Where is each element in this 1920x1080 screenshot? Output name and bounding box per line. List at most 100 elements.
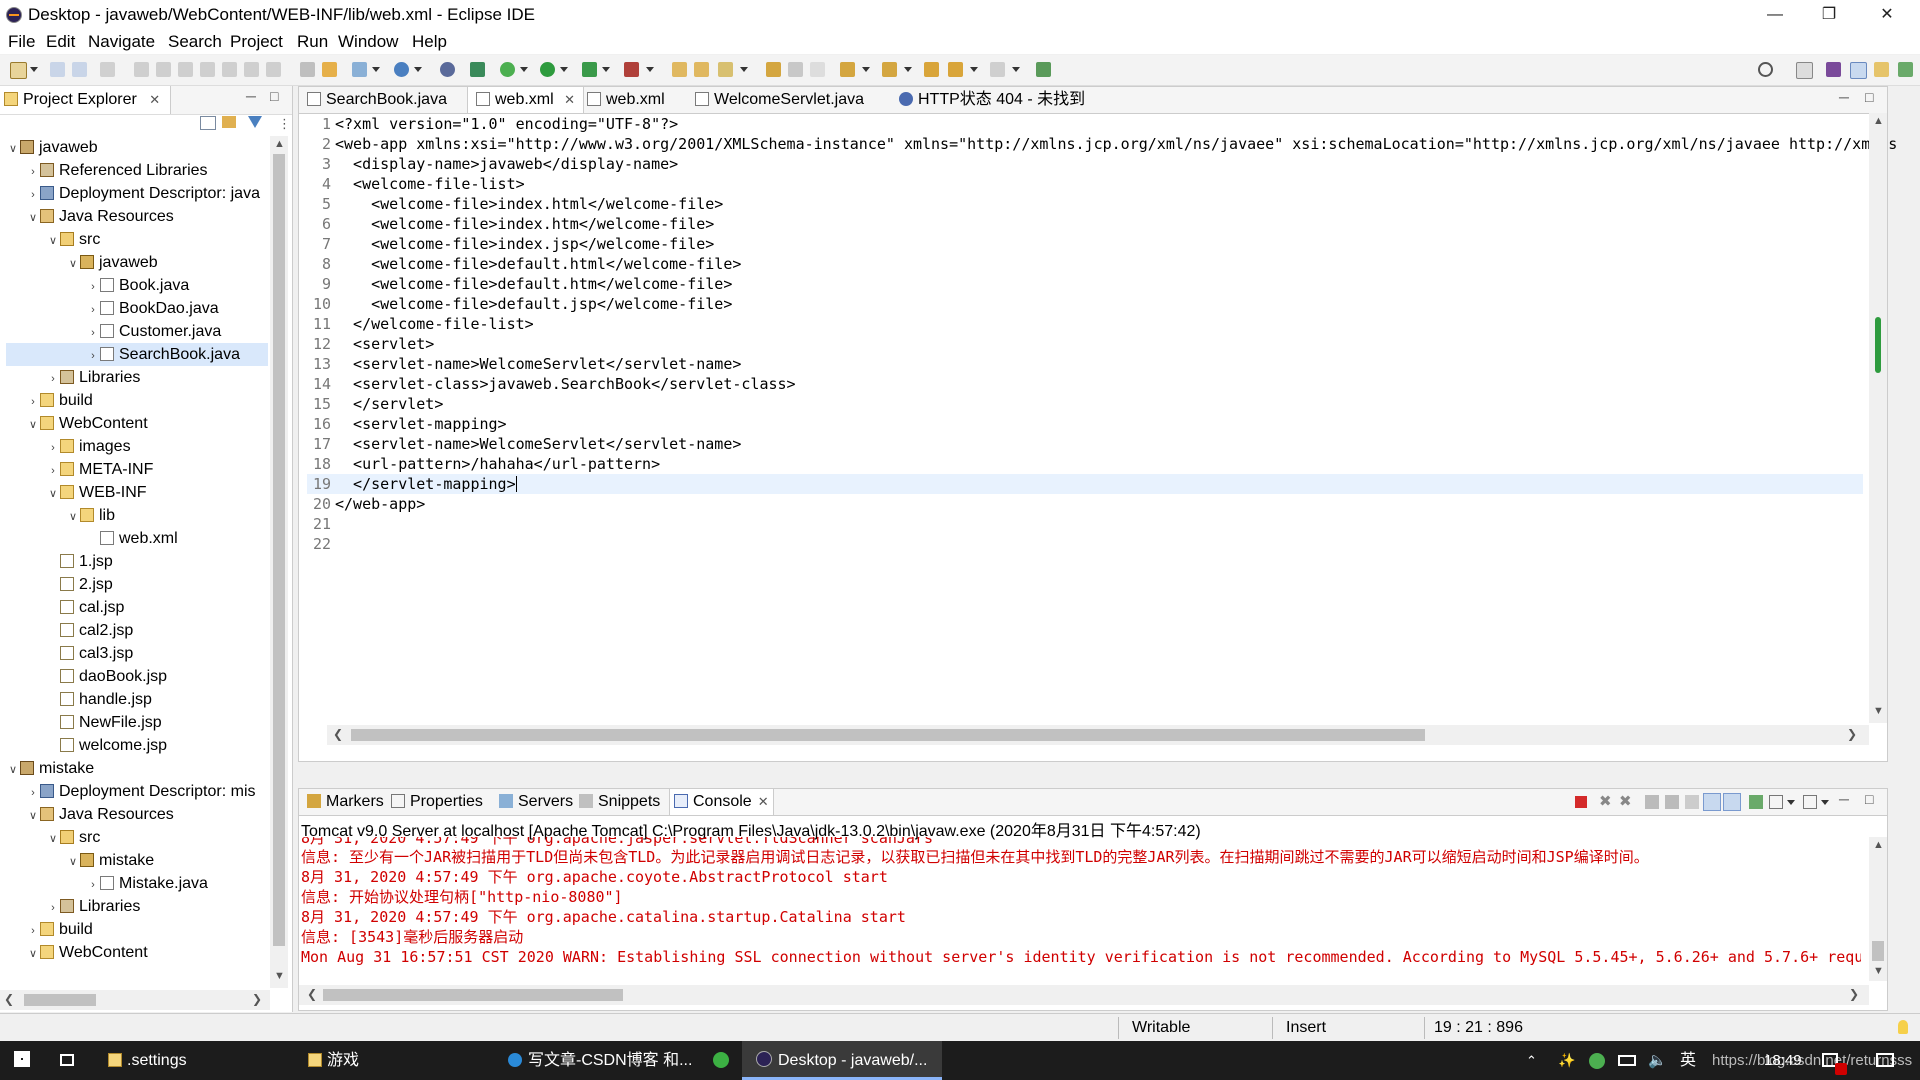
search-dropdown-icon[interactable]: [740, 67, 748, 72]
view-menu-icon[interactable]: ⋮: [278, 116, 291, 132]
code-line[interactable]: 9 <welcome-file>default.htm</welcome-fil…: [307, 274, 1863, 294]
minimize-console-icon[interactable]: ─: [1839, 791, 1849, 807]
chevron-down-icon[interactable]: ∨: [6, 759, 20, 782]
menu-project[interactable]: Project: [230, 32, 283, 52]
tree-item[interactable]: › images: [6, 435, 268, 458]
tree-item[interactable]: ∨ javaweb: [6, 136, 268, 159]
tree-item[interactable]: ∨ javaweb: [6, 251, 268, 274]
tree-item[interactable]: handle.jsp: [6, 688, 268, 711]
tree-item[interactable]: › SearchBook.java: [6, 343, 268, 366]
scroll-right-icon[interactable]: ❯: [1847, 727, 1857, 741]
skip-breakpoints-icon[interactable]: [100, 62, 115, 77]
new-icon[interactable]: [10, 62, 27, 79]
taskbar-item-app[interactable]: [706, 1041, 736, 1080]
next-annotation-icon[interactable]: [840, 62, 855, 77]
action-center-icon[interactable]: [1876, 1053, 1894, 1067]
restore-button[interactable]: ❐: [1806, 0, 1852, 30]
forward-dropdown-icon[interactable]: [1012, 67, 1020, 72]
maximize-editor-icon[interactable]: □: [1865, 89, 1873, 105]
chevron-down-icon[interactable]: ∨: [26, 207, 40, 230]
scroll-right-icon[interactable]: ❯: [252, 992, 262, 1006]
chevron-right-icon[interactable]: ›: [86, 874, 100, 897]
menu-file[interactable]: File: [8, 32, 35, 52]
scroll-up-icon[interactable]: ▲: [1873, 839, 1884, 851]
minimize-button[interactable]: —: [1752, 0, 1798, 30]
tab-snippets[interactable]: Snippets: [575, 789, 664, 815]
word-wrap-icon[interactable]: [1685, 795, 1699, 809]
close-tab-icon[interactable]: ✕: [149, 92, 160, 107]
browser-icon[interactable]: [440, 62, 455, 77]
tab-servers[interactable]: Servers: [495, 789, 577, 815]
code-line[interactable]: 14 <servlet-class>javaweb.SearchBook</se…: [307, 374, 1863, 394]
tree-item[interactable]: › Libraries: [6, 895, 268, 918]
code-line[interactable]: 16 <servlet-mapping>: [307, 414, 1863, 434]
taskbar-item-games[interactable]: 游戏: [298, 1041, 496, 1080]
code-line[interactable]: 3 <display-name>javaweb</display-name>: [307, 154, 1863, 174]
tab-markers[interactable]: Markers: [303, 789, 388, 815]
chevron-down-icon[interactable]: ∨: [66, 506, 80, 529]
tree-item[interactable]: ∨ mistake: [6, 757, 268, 780]
open-type-icon[interactable]: [470, 62, 485, 77]
remove-all-launches-icon[interactable]: ✖: [1619, 792, 1632, 810]
chevron-right-icon[interactable]: ›: [26, 161, 40, 184]
show-on-stderr-icon[interactable]: [1723, 793, 1741, 811]
status-insert-mode[interactable]: Insert: [1286, 1019, 1326, 1037]
tree-scroll-thumb[interactable]: [273, 154, 285, 946]
tree-item[interactable]: ∨ Java Resources: [6, 205, 268, 228]
tree-item[interactable]: › Deployment Descriptor: mis: [6, 780, 268, 803]
tree-item[interactable]: › BookDao.java: [6, 297, 268, 320]
tab-http-404[interactable]: HTTP状态 404 - 未找到: [891, 87, 1093, 113]
tree-item[interactable]: › build: [6, 389, 268, 412]
back-arrow-icon[interactable]: [948, 62, 963, 77]
step-return-icon[interactable]: [266, 62, 281, 77]
globe-dropdown-icon[interactable]: [414, 67, 422, 72]
suspend-icon[interactable]: [156, 62, 171, 77]
tab-web-xml-active[interactable]: web.xml ✕: [467, 87, 585, 113]
java-ee-perspective-icon[interactable]: [1826, 62, 1841, 77]
disconnect-icon[interactable]: [200, 62, 215, 77]
start-button[interactable]: [0, 1041, 44, 1080]
chevron-down-icon[interactable]: ∨: [46, 230, 60, 253]
last-edit-location-icon[interactable]: [924, 62, 939, 77]
code-line[interactable]: 1 <?xml version="1.0" encoding="UTF-8"?>: [307, 114, 1863, 134]
drop-to-frame-icon[interactable]: [300, 62, 315, 77]
tree-item[interactable]: › META-INF: [6, 458, 268, 481]
code-line[interactable]: 18 <url-pattern>/hahaha</url-pattern>: [307, 454, 1863, 474]
console-horizontal-scrollbar[interactable]: ❮ ❯: [299, 985, 1869, 1005]
console-scroll-thumb[interactable]: [1872, 941, 1884, 961]
debug-perspective-icon[interactable]: [1898, 62, 1913, 77]
chevron-right-icon[interactable]: ›: [86, 345, 100, 368]
menu-navigate[interactable]: Navigate: [88, 32, 155, 52]
tree-item[interactable]: NewFile.jsp: [6, 711, 268, 734]
chevron-right-icon[interactable]: ›: [26, 920, 40, 943]
chevron-down-icon[interactable]: ∨: [26, 805, 40, 828]
tab-web-xml[interactable]: web.xml: [579, 87, 673, 113]
scroll-down-icon[interactable]: ▼: [1873, 705, 1884, 717]
chevron-down-icon[interactable]: ∨: [46, 483, 60, 506]
close-tab-icon[interactable]: ✕: [564, 92, 575, 107]
chevron-right-icon[interactable]: ›: [26, 184, 40, 207]
code-line[interactable]: 21: [307, 514, 1863, 534]
tree-item[interactable]: ∨ lib: [6, 504, 268, 527]
tab-searchbook-java[interactable]: SearchBook.java: [299, 87, 455, 113]
show-hidden-icons[interactable]: ⌃: [1526, 1041, 1537, 1080]
tree-item[interactable]: › Referenced Libraries: [6, 159, 268, 182]
tree-item[interactable]: › Book.java: [6, 274, 268, 297]
security-tray-icon[interactable]: [1589, 1053, 1605, 1069]
tab-welcomeservlet-java[interactable]: WelcomeServlet.java: [687, 87, 872, 113]
taskbar-item-settings[interactable]: .settings: [94, 1041, 292, 1080]
chevron-down-icon[interactable]: ∨: [6, 138, 20, 161]
console-hscroll-thumb[interactable]: [323, 989, 623, 1001]
filter-icon[interactable]: [248, 116, 262, 128]
tab-console[interactable]: Console ✕: [669, 789, 774, 815]
tree-item[interactable]: 2.jsp: [6, 573, 268, 596]
tree-item[interactable]: ∨ WebContent: [6, 412, 268, 435]
minimize-view-icon[interactable]: ─: [246, 88, 256, 104]
chevron-down-icon[interactable]: ∨: [26, 414, 40, 437]
tree-item[interactable]: welcome.jsp: [6, 734, 268, 757]
code-line[interactable]: 2 <web-app xmlns:xsi="http://www.w3.org/2…: [307, 134, 1897, 154]
open-perspective-icon[interactable]: [1796, 62, 1813, 79]
scroll-right-icon[interactable]: ❯: [1849, 987, 1859, 1001]
block-selection-icon[interactable]: [788, 62, 803, 77]
tree-item[interactable]: ∨ Java Resources: [6, 803, 268, 826]
